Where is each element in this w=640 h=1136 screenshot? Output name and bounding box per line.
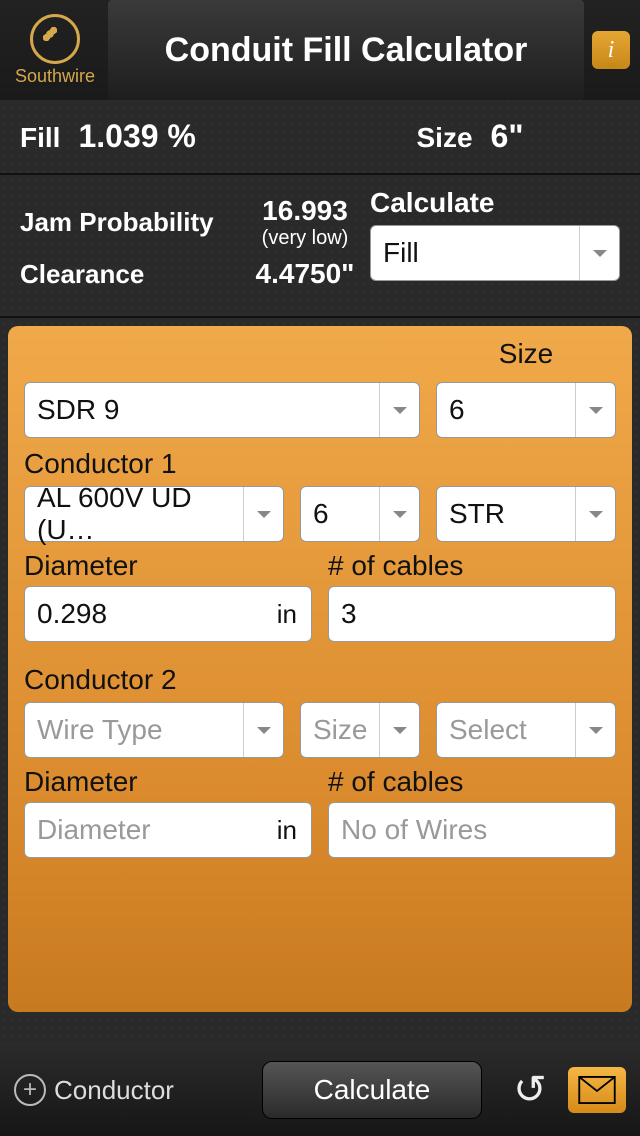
clearance-label: Clearance bbox=[20, 259, 240, 290]
conductor-2-diameter-label: Diameter bbox=[24, 766, 312, 798]
conductor-2-diameter-input[interactable]: Diameter in bbox=[24, 802, 312, 858]
brand-logo: Southwire bbox=[10, 14, 100, 87]
plus-icon: + bbox=[14, 1074, 46, 1106]
chevron-down-icon bbox=[379, 703, 419, 757]
fill-label: Fill bbox=[20, 122, 60, 154]
chevron-down-icon bbox=[379, 487, 419, 541]
conductor-1-strand-value: STR bbox=[449, 498, 505, 530]
size-value: 6" bbox=[491, 118, 524, 155]
chevron-down-icon bbox=[575, 703, 615, 757]
chevron-down-icon bbox=[243, 703, 283, 757]
clearance-value: 4.4750" bbox=[240, 258, 370, 290]
conductor-1-diameter-input[interactable]: 0.298 in bbox=[24, 586, 312, 642]
add-conductor-label: Conductor bbox=[54, 1075, 174, 1106]
conductor-1-ncables-value: 3 bbox=[341, 598, 357, 630]
jam-value: 16.993 bbox=[240, 195, 370, 227]
conductor-1-size-value: 6 bbox=[313, 498, 329, 530]
conduit-type-value: SDR 9 bbox=[37, 394, 119, 426]
chevron-down-icon bbox=[379, 383, 419, 437]
conduit-type-select[interactable]: SDR 9 bbox=[24, 382, 420, 438]
conductor-2-size-placeholder: Size bbox=[313, 714, 367, 746]
conductor-1-strand-select[interactable]: STR bbox=[436, 486, 616, 542]
calculate-button-label: Calculate bbox=[314, 1074, 431, 1106]
conduit-size-value: 6 bbox=[449, 394, 465, 426]
jam-label: Jam Probability bbox=[20, 207, 240, 238]
conductor-2-strand-select[interactable]: Select bbox=[436, 702, 616, 758]
conductor-2-ncables-placeholder: No of Wires bbox=[341, 814, 487, 846]
logo-icon bbox=[30, 14, 80, 64]
fill-value: 1.039 % bbox=[78, 118, 195, 155]
mail-icon bbox=[578, 1076, 616, 1104]
size-label: Size bbox=[417, 122, 473, 154]
conductor-2-wiretype-placeholder: Wire Type bbox=[37, 714, 163, 746]
chevron-down-icon bbox=[575, 487, 615, 541]
app-header: Southwire Conduit Fill Calculator i bbox=[0, 0, 640, 100]
add-conductor-button[interactable]: + Conductor bbox=[14, 1074, 174, 1106]
conductor-2-ncables-input[interactable]: No of Wires bbox=[328, 802, 616, 858]
conductor-1-diameter-label: Diameter bbox=[24, 550, 312, 582]
results-summary: Fill 1.039 % Size 6" bbox=[0, 100, 640, 175]
conductor-1-wiretype-select[interactable]: AL 600V UD (U… bbox=[24, 486, 284, 542]
input-panel: Size SDR 9 6 Conductor 1 AL 600V UD (U… bbox=[8, 326, 632, 1012]
reset-icon: ↺ bbox=[513, 1067, 547, 1113]
conductor-1-ncables-label: # of cables bbox=[328, 550, 616, 582]
info-button[interactable]: i bbox=[592, 31, 630, 69]
conductor-1-ncables-input[interactable]: 3 bbox=[328, 586, 616, 642]
conductor-1-diameter-unit: in bbox=[277, 599, 297, 630]
jam-qualifier: (very low) bbox=[240, 227, 370, 250]
conductor-1-title: Conductor 1 bbox=[24, 448, 616, 480]
conductor-2-strand-placeholder: Select bbox=[449, 714, 527, 746]
reset-button[interactable]: ↺ bbox=[506, 1066, 554, 1114]
chevron-down-icon bbox=[575, 383, 615, 437]
conductor-2-diameter-placeholder: Diameter bbox=[37, 814, 151, 846]
bottom-toolbar: + Conductor Calculate ↺ bbox=[0, 1044, 640, 1136]
chevron-down-icon bbox=[579, 226, 619, 280]
panel-size-header: Size bbox=[436, 338, 616, 370]
conductor-1-wiretype-value: AL 600V UD (U… bbox=[37, 482, 237, 546]
conductor-2-wiretype-select[interactable]: Wire Type bbox=[24, 702, 284, 758]
conduit-size-select[interactable]: 6 bbox=[436, 382, 616, 438]
brand-name: Southwire bbox=[15, 66, 95, 87]
conductor-2-ncables-label: # of cables bbox=[328, 766, 616, 798]
page-title: Conduit Fill Calculator bbox=[108, 0, 584, 100]
chevron-down-icon bbox=[243, 487, 283, 541]
conductor-2-title: Conductor 2 bbox=[24, 664, 616, 696]
conductor-2-diameter-unit: in bbox=[277, 815, 297, 846]
calculate-button[interactable]: Calculate bbox=[262, 1061, 482, 1119]
conductor-1-diameter-value: 0.298 bbox=[37, 598, 107, 630]
calc-mode-select[interactable]: Fill bbox=[370, 225, 620, 281]
mail-button[interactable] bbox=[568, 1067, 626, 1113]
calc-mode-value: Fill bbox=[383, 237, 419, 269]
conductor-2-size-select[interactable]: Size bbox=[300, 702, 420, 758]
conductor-1-size-select[interactable]: 6 bbox=[300, 486, 420, 542]
calc-mode-label: Calculate bbox=[370, 187, 620, 219]
results-detail: Jam Probability 16.993 (very low) Cleara… bbox=[0, 175, 640, 318]
